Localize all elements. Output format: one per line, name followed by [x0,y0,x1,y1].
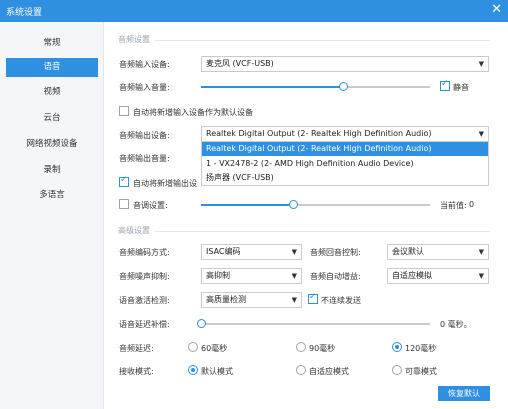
auto-default-input-label: 自动将新增输入设备作为默认设备 [133,108,253,117]
tone-label: 音调设置: [133,201,168,210]
vad-value: 高质量检测 [206,295,246,304]
auto-default-output-checkbox[interactable] [119,175,129,187]
settings-window: 系统设置 ✕ 常规 语音 视频 云台 网络视频设备 录制 多语言 音频设置 音频… [0,0,508,409]
delay-comp-thumb[interactable] [197,319,206,328]
codec-select[interactable]: ISAC编码 ▼ [201,244,302,260]
receive-mode-default-label: 默认模式 [201,367,233,376]
dropdown-option[interactable]: 扬声器 (VCF-USB) [202,171,488,185]
output-device-value: Realtek Digital Output (2- Realtek High … [206,129,432,138]
mute-checkbox[interactable] [440,79,450,91]
tone-thumb[interactable] [289,200,298,209]
chevron-down-icon: ▼ [291,272,297,280]
mute-label: 静音 [453,83,469,92]
chevron-down-icon: ▼ [291,248,297,256]
audio-delay-60-label: 60毫秒 [201,344,228,353]
no-continuous-checkbox[interactable] [308,292,318,304]
tone-slider[interactable] [201,200,430,209]
sidebar-item-ptz[interactable]: 云台 [6,109,98,128]
vad-label: 语音激活检测: [119,296,170,305]
echo-label: 音频回音控制: [310,248,361,257]
output-device-label: 音频输出设备: [119,131,170,140]
output-device-select[interactable]: Realtek Digital Output (2- Realtek High … [201,126,489,142]
audio-delay-label: 音频延迟: [119,344,154,353]
chevron-down-icon: ▼ [478,272,484,280]
audio-delay-90-radio[interactable] [296,342,306,352]
sidebar-item-language[interactable]: 多语言 [6,186,98,205]
input-volume-thumb[interactable] [339,82,348,91]
tone-checkbox[interactable] [119,199,129,209]
dropdown-option[interactable]: Realtek Digital Output (2- Realtek High … [202,142,488,156]
tone-current-label: 当前值: [440,201,467,210]
receive-mode-adaptive-radio[interactable] [296,365,306,375]
input-device-value: 麦克风 (VCF-USB) [206,59,274,68]
audio-delay-60-radio[interactable] [188,342,198,352]
no-continuous-label: 不连续发送 [321,296,361,305]
delay-comp-value: 0 毫秒。 [440,320,472,329]
agc-select[interactable]: 自适应模拟 ▼ [387,268,489,284]
sidebar-item-video[interactable]: 视频 [6,83,98,102]
dropdown-option[interactable]: 1 - VX2478-2 (2- AMD High Definition Aud… [202,157,488,171]
sidebar-item-audio[interactable]: 语音 [6,58,98,77]
audio-delay-90-label: 90毫秒 [309,344,336,353]
echo-value: 会议默认 [392,247,424,256]
echo-select[interactable]: 会议默认 ▼ [387,244,489,260]
input-volume-label: 音频输入音量: [119,83,170,92]
input-volume-slider[interactable] [201,82,430,91]
receive-mode-default-radio[interactable] [188,365,198,375]
chevron-down-icon: ▼ [478,60,484,68]
sidebar-item-network-video[interactable]: 网络视频设备 [6,135,98,154]
delay-comp-label: 语音延迟补偿: [119,320,170,329]
input-device-select[interactable]: 麦克风 (VCF-USB) ▼ [201,56,489,72]
sidebar-item-general[interactable]: 常规 [6,34,98,53]
sidebar-item-recording[interactable]: 录制 [6,161,98,180]
chevron-down-icon: ▼ [478,130,484,138]
tone-fill [201,204,293,206]
output-volume-label: 音频输出音量: [119,154,170,163]
input-volume-fill [201,86,343,88]
agc-value: 自适应模拟 [392,271,432,280]
tone-current-value: 0 [469,200,475,209]
close-icon[interactable]: ✕ [491,2,502,17]
receive-mode-reliable-label: 可靠模式 [405,367,437,376]
codec-value: ISAC编码 [206,247,241,256]
audio-delay-120-label: 120毫秒 [405,344,437,353]
auto-default-output-label: 自动将新增输出设 [133,179,197,188]
title-bar: 系统设置 ✕ [0,0,508,22]
section-divider [155,231,490,232]
auto-default-input-checkbox[interactable] [119,106,129,116]
receive-mode-reliable-radio[interactable] [392,365,402,375]
restore-defaults-button[interactable]: 恢复默认 [438,386,490,401]
noise-select[interactable]: 高抑制 ▼ [201,268,302,284]
chevron-down-icon: ▼ [478,248,484,256]
window-title: 系统设置 [6,8,43,18]
section-divider [155,40,490,41]
audio-section-title: 音频设置 [118,35,150,44]
delay-comp-slider[interactable] [197,319,430,328]
advanced-section-title: 高级设置 [118,226,150,235]
codec-label: 音频编码方式: [119,248,170,257]
vad-select[interactable]: 高质量检测 ▼ [201,292,302,308]
sidebar: 常规 语音 视频 云台 网络视频设备 录制 多语言 [0,22,104,409]
agc-label: 音频自动增益: [310,272,361,281]
chevron-down-icon: ▼ [291,296,297,304]
noise-value: 高抑制 [206,271,230,280]
input-device-label: 音频输入设备: [119,60,170,69]
receive-mode-label: 接收模式: [119,367,154,376]
receive-mode-adaptive-label: 自适应模式 [309,367,349,376]
noise-label: 音频噪声抑制: [119,272,170,281]
output-device-dropdown: Realtek Digital Output (2- Realtek High … [201,141,489,186]
audio-delay-120-radio[interactable] [392,342,402,352]
